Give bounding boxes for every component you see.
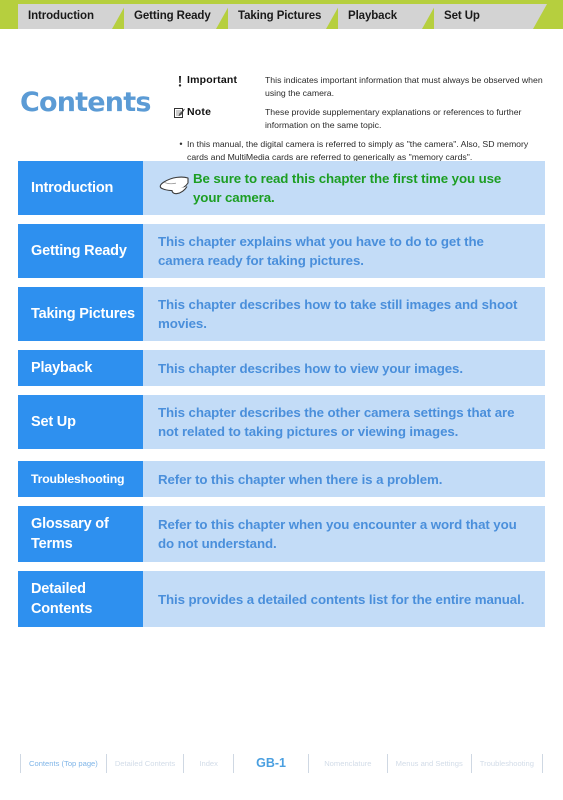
footer-divider [470, 753, 472, 773]
contents-row-set-up[interactable]: Set Up This chapter describes the other … [18, 395, 545, 449]
contents-row-description-wrap: Be sure to read this chapter the first t… [143, 161, 545, 215]
footer-link-menus-and-settings[interactable]: Menus and Settings [394, 759, 465, 768]
chapter-tab-bar: Introduction Getting Ready Taking Pictur… [0, 0, 563, 33]
contents-row-label: Glossary of Terms [18, 506, 143, 562]
tab-taking-pictures[interactable]: Taking Pictures [228, 4, 340, 29]
footer-link-nomenclature[interactable]: Nomenclature [322, 759, 373, 768]
legend-description: These provide supplementary explanations… [265, 107, 522, 130]
contents-row-description: This chapter describes the other camera … [158, 405, 515, 439]
footer-link-label: Troubleshooting [479, 758, 534, 768]
footer-link-label: Detailed Contents [114, 758, 176, 768]
footer-link-label: Contents (Top page) [29, 758, 98, 768]
contents-row-glossary-of-terms[interactable]: Glossary of Terms Refer to this chapter … [18, 506, 545, 562]
legend-description: This indicates important information tha… [265, 75, 543, 98]
contents-row-label: Getting Ready [18, 224, 143, 278]
contents-row-introduction[interactable]: Introduction Be sure to read this chapte… [18, 161, 545, 215]
footer-divider [541, 753, 543, 773]
contents-row-description: This chapter describes how to take still… [158, 297, 518, 331]
contents-list: Introduction Be sure to read this chapte… [0, 161, 563, 627]
contents-row-description: Be sure to read this chapter the first t… [193, 171, 502, 205]
contents-row-taking-pictures[interactable]: Taking Pictures This chapter describes h… [18, 287, 545, 341]
legend-row-important: Important This indicates important infor… [172, 74, 552, 99]
footer-divider [183, 753, 185, 773]
footer-page-number: GB-1 [240, 756, 302, 770]
note-memo-icon [172, 106, 187, 118]
tab-playback[interactable]: Playback [338, 4, 436, 29]
contents-row-description: This provides a detailed contents list f… [158, 591, 525, 607]
tab-set-up[interactable]: Set Up [434, 4, 547, 29]
manual-note-text: In this manual, the digital camera is re… [187, 139, 529, 162]
footer-divider [105, 753, 107, 773]
contents-row-description: Refer to this chapter when there is a pr… [158, 471, 443, 487]
contents-row-label: Playback [18, 350, 143, 386]
contents-row-troubleshooting[interactable]: Troubleshooting Refer to this chapter wh… [18, 461, 545, 497]
footer-divider [233, 753, 235, 773]
footer-link-troubleshooting[interactable]: Troubleshooting [478, 759, 536, 768]
contents-row-description: Refer to this chapter when you encounter… [158, 517, 517, 551]
contents-row-playback[interactable]: Playback This chapter describes how to v… [18, 350, 545, 386]
contents-row-description: This chapter explains what you have to d… [158, 234, 484, 268]
footer-link-label: Index [199, 758, 218, 768]
footer-divider [386, 753, 388, 773]
page-number-label: GB-1 [256, 756, 287, 770]
footer-divider [308, 753, 310, 773]
contents-row-label: Detailed Contents [18, 571, 143, 627]
footer-link-detailed-contents[interactable]: Detailed Contents [113, 759, 177, 768]
contents-row-label: Introduction [18, 161, 143, 215]
legend-term: Note [187, 106, 212, 118]
tab-introduction[interactable]: Introduction [18, 4, 126, 29]
bullet-marker: • [179, 139, 183, 149]
page-header: Contents Important This indicates import… [0, 33, 563, 164]
page-title: Contents [20, 87, 151, 118]
legend-row-note: Note These provide supplementary explana… [172, 106, 552, 131]
footer-link-label: Nomenclature [324, 758, 372, 768]
legend-block: Important This indicates important infor… [172, 74, 552, 164]
legend-term: Important [187, 74, 238, 86]
footer-link-label: Menus and Settings [395, 758, 463, 768]
footer-link-contents-top-page[interactable]: Contents (Top page) [27, 759, 100, 768]
footer-navigation: Contents (Top page) Detailed Contents In… [0, 748, 563, 778]
contents-row-description: This chapter describes how to view your … [158, 360, 463, 376]
exclamation-icon [172, 74, 187, 87]
pointing-hand-icon [158, 174, 192, 201]
manual-note: • In this manual, the digital camera is … [172, 138, 552, 164]
tab-getting-ready[interactable]: Getting Ready [124, 4, 230, 29]
contents-row-label: Taking Pictures [18, 287, 143, 341]
contents-row-label: Troubleshooting [18, 461, 143, 497]
footer-link-index[interactable]: Index [197, 759, 220, 768]
footer-divider [20, 753, 21, 773]
contents-row-getting-ready[interactable]: Getting Ready This chapter explains what… [18, 224, 545, 278]
contents-row-detailed-contents[interactable]: Detailed Contents This provides a detail… [18, 571, 545, 627]
contents-row-label: Set Up [18, 395, 143, 449]
